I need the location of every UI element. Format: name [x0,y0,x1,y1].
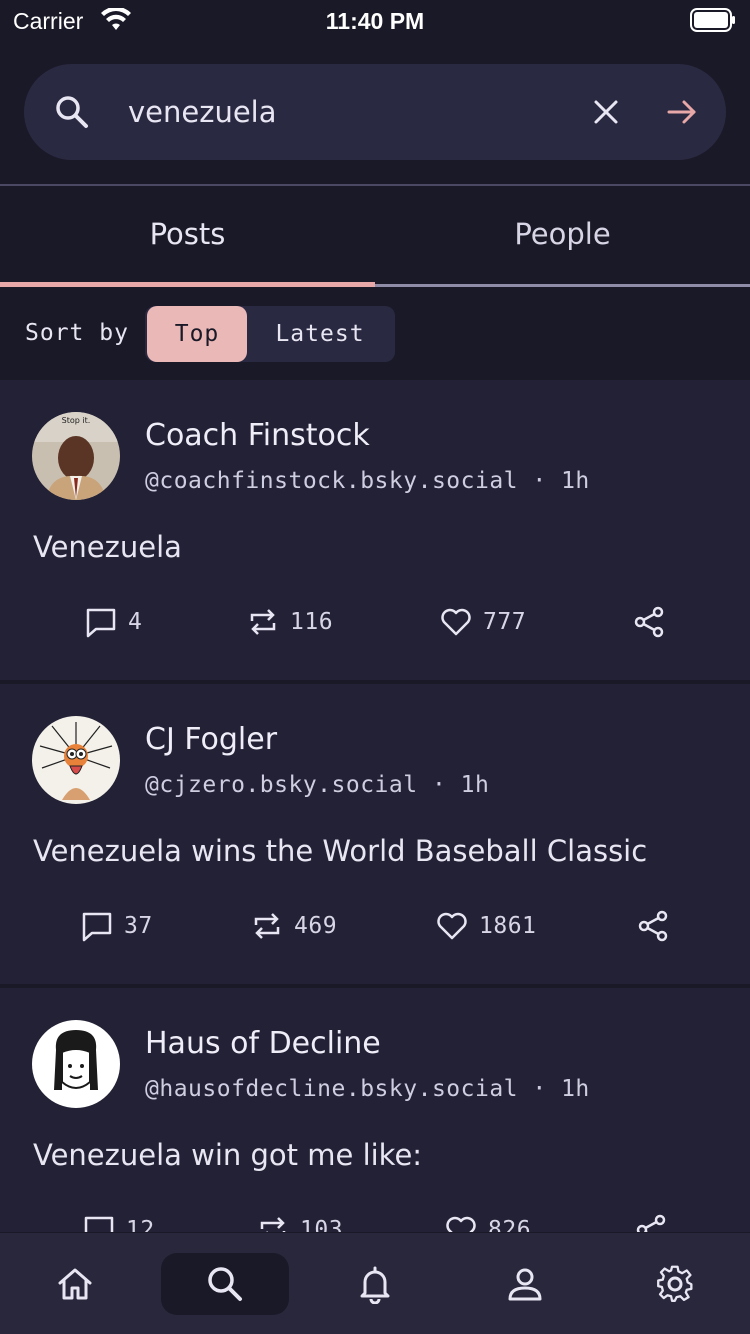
post-meta: @hausofdecline.bsky.social · 1h [145,1076,590,1102]
repost-button[interactable]: 116 [246,600,333,644]
search-bar[interactable] [24,64,726,160]
profile-icon [508,1268,542,1301]
settings-icon [657,1265,693,1302]
post-card[interactable]: Stop it. Coach Finstock @coachfinstock.b… [0,380,750,680]
search-icon [56,96,88,128]
battery-icon [690,8,735,32]
reply-count: 37 [124,913,153,939]
repost-icon [254,913,280,939]
status-bar: Carrier 11:40 PM [0,0,750,40]
repost-count: 469 [294,913,338,939]
share-icon [634,606,664,638]
nav-settings[interactable] [611,1253,739,1315]
nav-search[interactable] [161,1253,289,1315]
sort-option-top[interactable]: Top [147,306,247,362]
tab-indicator [0,282,375,287]
home-icon [58,1268,92,1300]
reply-button[interactable]: 12 [82,1208,155,1232]
comment-icon [84,1216,114,1232]
nav-home[interactable] [11,1253,139,1315]
reply-button[interactable]: 37 [80,904,153,948]
post-author[interactable]: Coach Finstock [145,418,370,453]
reply-count: 4 [128,609,143,635]
share-button[interactable] [634,1208,668,1232]
post-text: Venezuela win got me like: [33,1138,423,1172]
share-icon [636,1214,666,1232]
repost-button[interactable]: 103 [256,1208,343,1232]
heart-icon [441,608,471,636]
share-button[interactable] [632,600,666,644]
repost-icon [260,1217,286,1232]
like-count: 1861 [479,913,537,939]
bell-icon [360,1266,390,1304]
avatar[interactable]: Stop it. [32,412,120,500]
clear-icon[interactable] [584,90,628,134]
comment-icon [86,608,116,638]
arrow-right-icon[interactable] [660,90,704,134]
tab-divider [375,284,750,287]
avatar[interactable] [32,1020,120,1108]
like-button[interactable]: 777 [439,600,526,644]
post-feed[interactable]: Stop it. Coach Finstock @coachfinstock.b… [0,380,750,1232]
post-card[interactable]: CJ Fogler @cjzero.bsky.social · 1h Venez… [0,684,750,984]
tab-bar: Posts People [0,186,750,288]
sort-row: Sort by Top Latest [0,288,750,380]
comment-icon [82,912,112,942]
tab-posts[interactable]: Posts [0,186,375,284]
sort-option-latest[interactable]: Latest [255,306,385,362]
avatar-caption: Stop it. [62,416,91,425]
post-actions: 4 116 777 [0,600,750,644]
post-card[interactable]: Haus of Decline @hausofdecline.bsky.soci… [0,988,750,1232]
avatar[interactable] [32,716,120,804]
sort-label: Sort by [25,320,129,346]
clock: 11:40 PM [325,8,425,34]
heart-icon [437,912,467,940]
share-icon [638,910,668,942]
nav-profile[interactable] [461,1253,589,1315]
post-author[interactable]: CJ Fogler [145,722,277,757]
repost-count: 103 [300,1217,344,1232]
post-actions: 12 103 826 [0,1208,750,1232]
like-count: 777 [483,609,527,635]
reply-count: 12 [126,1217,155,1232]
repost-button[interactable]: 469 [250,904,337,948]
post-meta: @coachfinstock.bsky.social · 1h [145,468,590,494]
nav-notifications[interactable] [311,1253,439,1315]
repost-icon [250,609,276,635]
post-author[interactable]: Haus of Decline [145,1026,381,1061]
search-input[interactable] [128,86,548,138]
like-button[interactable]: 1861 [435,904,536,948]
like-count: 826 [488,1217,532,1232]
reply-button[interactable]: 4 [84,600,142,644]
share-button[interactable] [636,904,670,948]
post-actions: 37 469 1861 [0,904,750,948]
post-text: Venezuela [33,530,182,564]
post-text: Venezuela wins the World Baseball Classi… [33,834,648,868]
sort-segmented-control: Top Latest [145,306,395,362]
heart-icon [446,1216,476,1232]
post-meta: @cjzero.bsky.social · 1h [145,772,490,798]
tab-people[interactable]: People [375,186,750,284]
like-button[interactable]: 826 [444,1208,531,1232]
search-icon [208,1267,242,1301]
repost-count: 116 [290,609,334,635]
bottom-nav [0,1233,750,1334]
